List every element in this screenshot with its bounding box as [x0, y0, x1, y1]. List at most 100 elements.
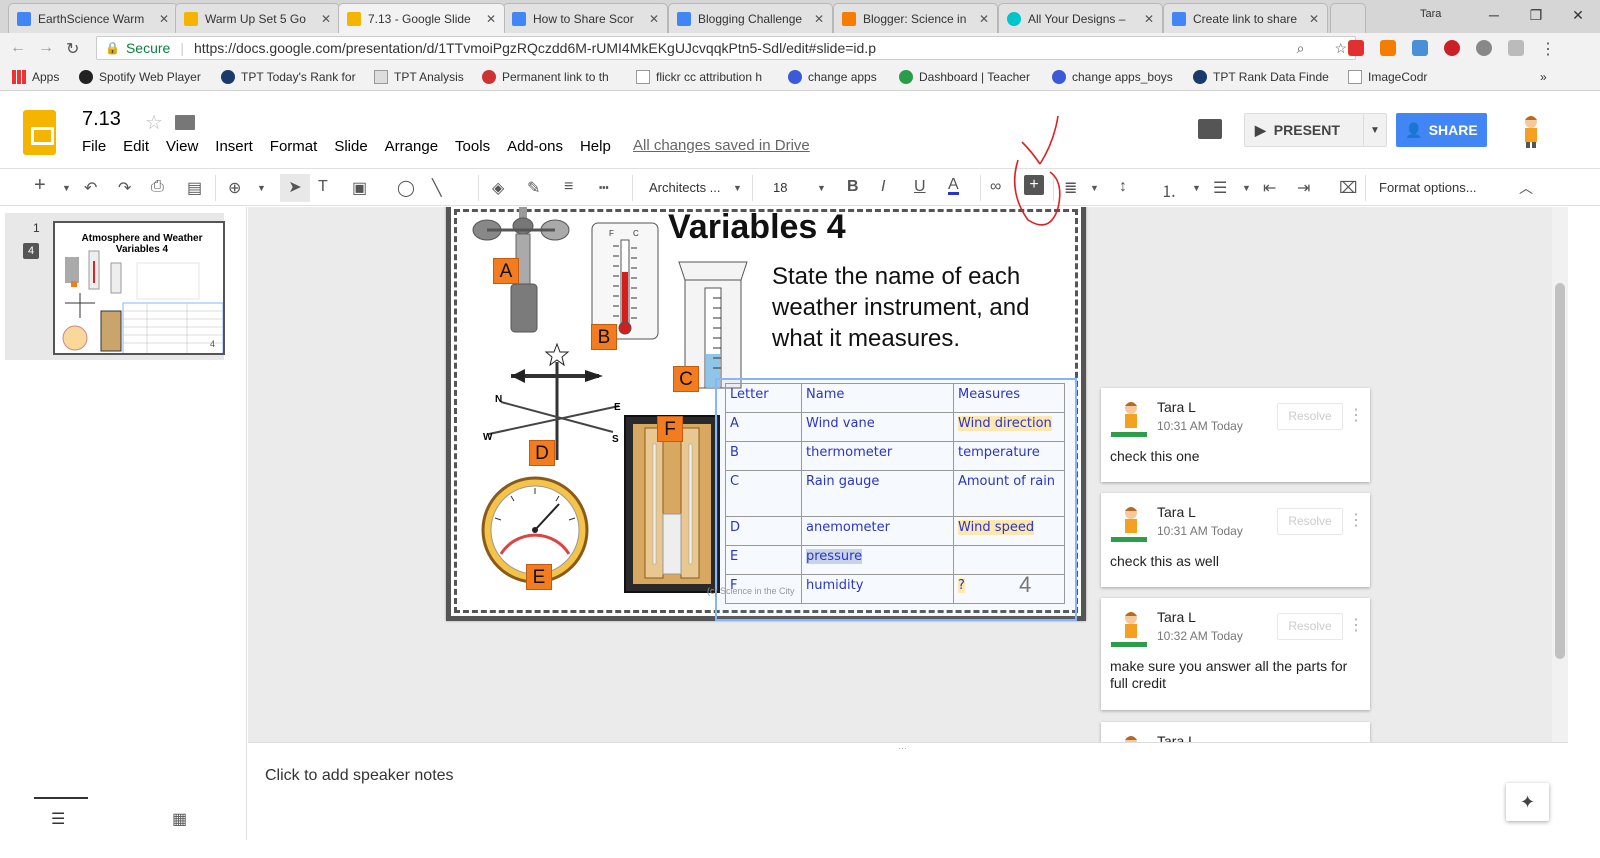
browser-tab[interactable]: Blogger: Science in ✕	[833, 3, 998, 33]
bookmark-item[interactable]: change apps	[788, 70, 877, 84]
comment-card[interactable]: Tara L 10:31 AM Today Resolve ⋮ check th…	[1101, 388, 1370, 482]
zoom-icon[interactable]: ⌕	[1297, 40, 1305, 57]
slide-title[interactable]: Variables 4	[668, 208, 846, 247]
document-title[interactable]: 7.13	[82, 108, 121, 131]
header-measures[interactable]: Measures	[953, 383, 1065, 413]
underline-icon[interactable]: U	[914, 178, 926, 196]
cell-letter[interactable]: C	[725, 470, 802, 517]
menu-view[interactable]: View	[166, 138, 198, 155]
browser-menu-icon[interactable]: ⋮	[1540, 39, 1556, 59]
bookmark-item[interactable]: TPT Rank Data Finde	[1193, 70, 1329, 84]
bookmark-item[interactable]: TPT Analysis	[374, 70, 464, 84]
font-size-dropdown-icon[interactable]: ▼	[817, 183, 826, 193]
border-color-icon[interactable]: ✎	[527, 178, 540, 198]
cell-letter[interactable]: E	[725, 545, 802, 575]
slide-thumbnail-selected[interactable]: 1 4 Atmosphere and Weather Variables 4 4	[5, 213, 225, 360]
forward-icon[interactable]: →	[38, 39, 54, 57]
tab-close-icon[interactable]: ✕	[649, 12, 659, 26]
grid-view-icon[interactable]: ▦	[172, 809, 187, 829]
comment-card[interactable]: Tara L 10:31 AM Today Resolve ⋮ check th…	[1101, 493, 1370, 587]
menu-file[interactable]: File	[82, 138, 106, 155]
notes-resize-handle[interactable]: ⋯	[898, 743, 907, 754]
cell-measures[interactable]: temperature	[953, 441, 1065, 471]
paint-format-icon[interactable]: ▤	[187, 178, 202, 198]
cell-measures[interactable]: Amount of rain	[953, 470, 1065, 517]
scrollbar-thumb[interactable]	[1555, 283, 1565, 659]
reload-icon[interactable]: ↻	[66, 39, 79, 59]
restore-icon[interactable]: ❐	[1516, 4, 1556, 26]
tab-close-icon[interactable]: ✕	[1309, 12, 1319, 26]
adblock-icon[interactable]	[1348, 40, 1364, 56]
folder-icon[interactable]	[175, 115, 195, 130]
menu-edit[interactable]: Edit	[123, 138, 149, 155]
resolve-button[interactable]: Resolve	[1277, 403, 1343, 430]
bookmark-item[interactable]: Permanent link to th	[482, 70, 609, 84]
extension-icon[interactable]	[1476, 40, 1492, 56]
border-dash-icon[interactable]: ┅	[599, 178, 609, 198]
speaker-notes-placeholder[interactable]: Click to add speaker notes	[265, 767, 454, 785]
browser-tab[interactable]: All Your Designs – ✕	[998, 3, 1163, 33]
bookmark-item[interactable]: TPT Today's Rank for	[221, 70, 356, 84]
bookmark-item[interactable]: ImageCodr	[1348, 70, 1427, 84]
menu-addons[interactable]: Add-ons	[507, 138, 563, 155]
format-options-button[interactable]: Format options...	[1379, 180, 1477, 195]
cell-letter[interactable]: B	[725, 441, 802, 471]
align-dropdown-icon[interactable]: ▼	[1090, 183, 1099, 193]
font-size-select[interactable]: 18	[773, 180, 787, 195]
present-dropdown-icon[interactable]: ▼	[1364, 125, 1386, 136]
font-dropdown-icon[interactable]: ▼	[733, 183, 742, 193]
new-slide-icon[interactable]: +	[34, 174, 46, 197]
menu-slide[interactable]: Slide	[334, 138, 367, 155]
more-options-icon[interactable]: ⋮	[1348, 615, 1364, 635]
resolve-button[interactable]: Resolve	[1277, 508, 1343, 535]
bookmark-star-icon[interactable]: ☆	[1334, 40, 1347, 57]
bulleted-list-icon[interactable]: ☰	[1213, 178, 1227, 198]
font-select[interactable]: Architects ...	[649, 180, 721, 195]
menu-tools[interactable]: Tools	[455, 138, 490, 155]
bookmark-item[interactable]: flickr cc attribution h	[636, 70, 762, 84]
extension-icon[interactable]	[1412, 40, 1428, 56]
menu-arrange[interactable]: Arrange	[385, 138, 438, 155]
anemometer-image[interactable]	[471, 207, 571, 341]
cell-measures[interactable]: Wind direction	[953, 412, 1065, 442]
slides-logo-icon[interactable]	[23, 110, 56, 155]
comments-icon[interactable]	[1198, 119, 1222, 139]
answer-table[interactable]: Letter Name Measures A Wind vane Wind di…	[725, 383, 1065, 604]
collapse-toolbar-icon[interactable]: ︿	[1519, 178, 1533, 198]
extension-icon[interactable]	[1380, 40, 1396, 56]
bold-icon[interactable]: B	[847, 178, 859, 196]
tab-close-icon[interactable]: ✕	[814, 12, 824, 26]
cell-letter[interactable]: A	[725, 412, 802, 442]
link-icon[interactable]: ∞	[990, 178, 1001, 196]
profile-name[interactable]: Tara	[1420, 8, 1441, 20]
shape-icon[interactable]: ◯	[397, 178, 415, 198]
resolve-button[interactable]: Resolve	[1277, 613, 1343, 640]
browser-tab[interactable]: Warm Up Set 5 Go ✕	[175, 3, 340, 33]
slide[interactable]: Variables 4 State the name of each weath…	[446, 207, 1086, 621]
minimize-icon[interactable]: ─	[1474, 4, 1514, 26]
cell-letter[interactable]: D	[725, 516, 802, 546]
tab-close-icon[interactable]: ✕	[486, 12, 496, 26]
menu-help[interactable]: Help	[580, 138, 611, 155]
browser-tab[interactable]: How to Share Scor ✕	[503, 3, 668, 33]
redo-icon[interactable]: ↷	[118, 178, 131, 198]
pinterest-icon[interactable]	[1444, 40, 1460, 56]
new-slide-dropdown-icon[interactable]: ▼	[62, 183, 71, 193]
cell-measures[interactable]	[953, 545, 1065, 575]
more-options-icon[interactable]: ⋮	[1348, 510, 1364, 530]
line-icon[interactable]: ╲	[432, 178, 442, 198]
save-status-link[interactable]: All changes saved in Drive	[633, 137, 810, 154]
italic-icon[interactable]: I	[881, 178, 885, 196]
cell-name[interactable]: Wind vane	[801, 412, 954, 442]
select-icon[interactable]: ➤	[280, 174, 310, 202]
text-color-icon[interactable]: A	[948, 177, 959, 195]
header-letter[interactable]: Letter	[725, 383, 802, 413]
print-icon[interactable]: ⎙	[151, 178, 164, 196]
cell-name[interactable]: humidity	[801, 574, 954, 604]
clear-formatting-icon[interactable]: ⌧	[1339, 178, 1357, 198]
comment-count-badge[interactable]: 4	[23, 243, 39, 259]
new-tab-button[interactable]	[1330, 3, 1366, 33]
menu-insert[interactable]: Insert	[215, 138, 253, 155]
browser-tab[interactable]: EarthScience Warm ✕	[8, 3, 178, 33]
slide-instructions[interactable]: State the name of each weather instrumen…	[772, 261, 1062, 354]
